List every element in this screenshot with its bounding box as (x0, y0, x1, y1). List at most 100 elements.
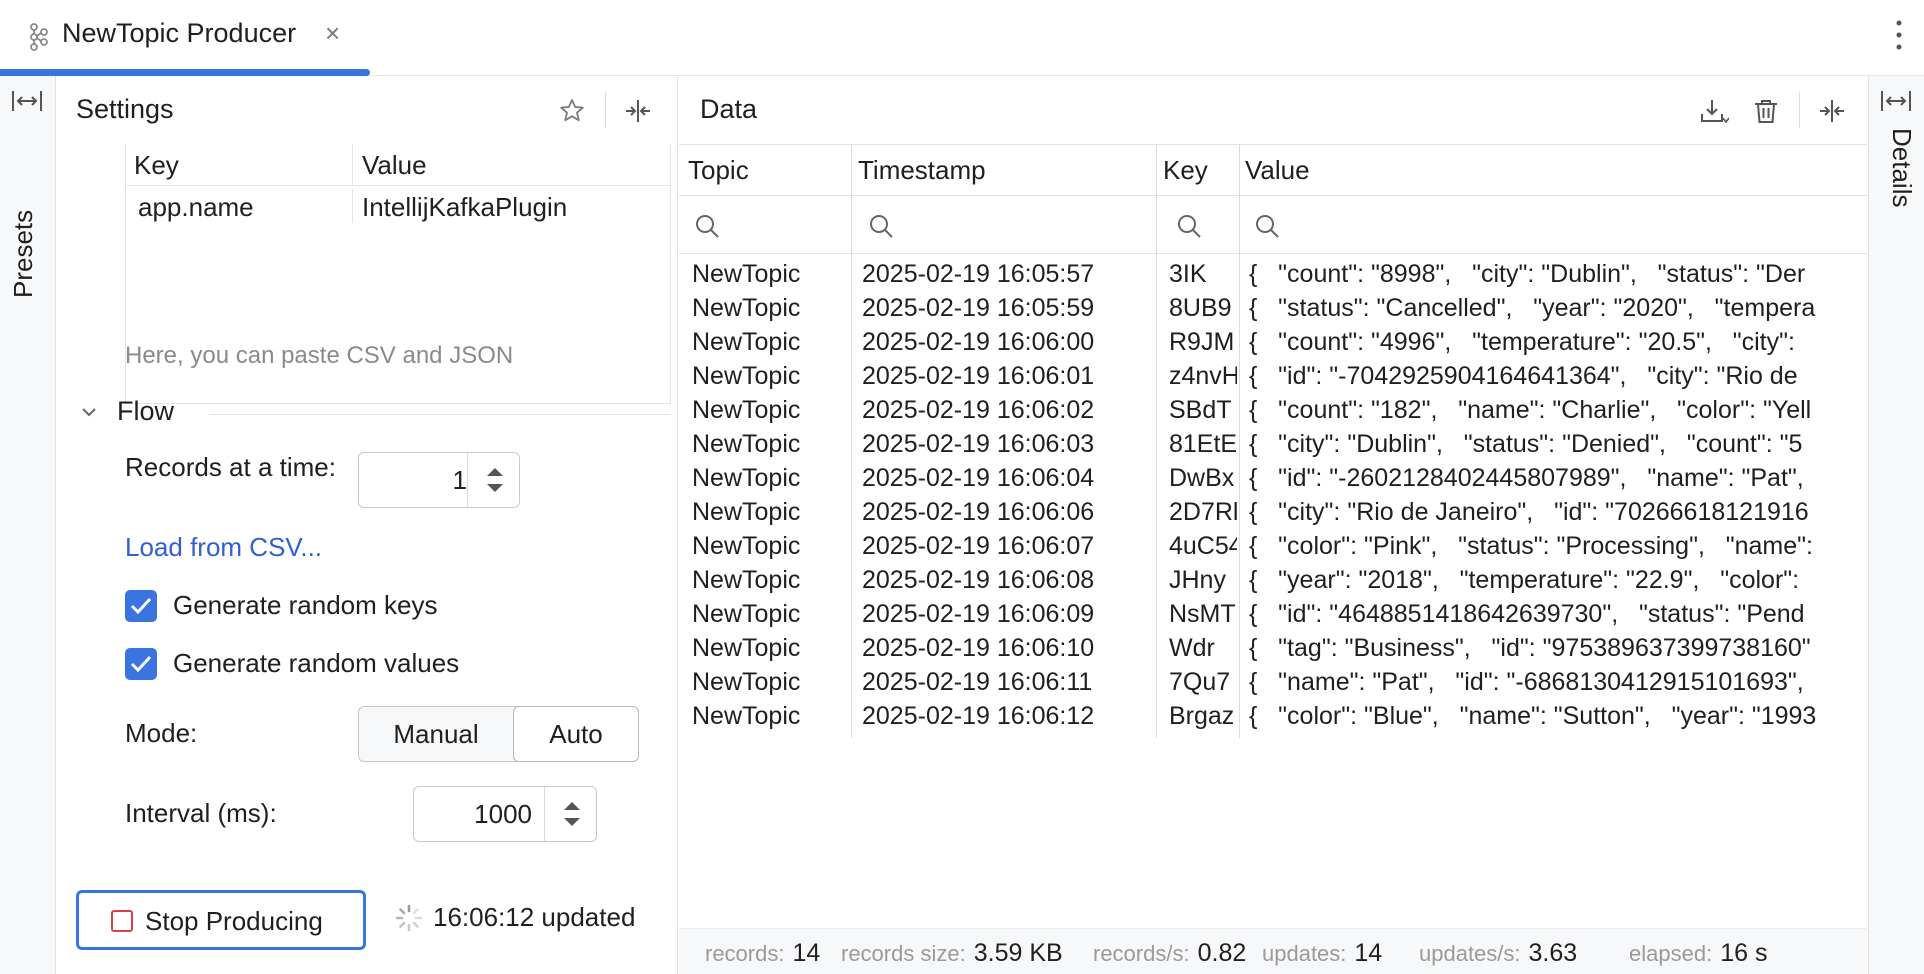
key-cell[interactable]: 4uC54 (1169, 532, 1237, 561)
key-cell[interactable]: DwBx (1169, 464, 1237, 493)
topic-column-header[interactable]: Topic (688, 155, 749, 186)
presets-tab[interactable]: Presets (8, 128, 48, 298)
mode-segmented-control[interactable]: Manual Auto (358, 706, 638, 762)
stop-producing-button[interactable]: Stop Producing (76, 890, 366, 950)
split-icon[interactable] (623, 96, 653, 126)
value-cell[interactable]: { "count": "4996", "temperature": "20.5"… (1249, 328, 1867, 357)
chevron-down-icon[interactable] (79, 402, 99, 422)
topic-cell[interactable]: NewTopic (692, 702, 852, 731)
table-row[interactable]: NewTopic2025-02-19 16:06:074uC54{ "color… (679, 530, 1867, 564)
key-cell[interactable]: 3IK (1169, 260, 1237, 289)
topic-cell[interactable]: NewTopic (692, 566, 852, 595)
close-icon[interactable]: × (325, 18, 340, 49)
key-column-header[interactable]: Key (1163, 155, 1208, 186)
table-row[interactable]: NewTopic2025-02-19 16:06:08JHny{ "year":… (679, 564, 1867, 598)
table-row[interactable]: NewTopic2025-02-19 16:06:0381EtE{ "city"… (679, 428, 1867, 462)
topic-cell[interactable]: NewTopic (692, 430, 852, 459)
value-cell[interactable]: { "color": "Blue", "name": "Sutton", "ye… (1249, 702, 1867, 731)
spinner-arrows-icon[interactable] (483, 463, 507, 497)
table-row[interactable]: NewTopic2025-02-19 16:06:02SBdT{ "count"… (679, 394, 1867, 428)
split-icon[interactable] (1817, 96, 1847, 126)
topic-cell[interactable]: NewTopic (692, 464, 852, 493)
topic-cell[interactable]: NewTopic (692, 600, 852, 629)
timestamp-cell[interactable]: 2025-02-19 16:06:11 (862, 668, 1162, 697)
table-row[interactable]: NewTopic2025-02-19 16:06:09NsMT{ "id": "… (679, 598, 1867, 632)
table-row[interactable]: NewTopic 2025-02-19 16:06:12Brgaz { "color… (679, 700, 1867, 734)
presets-icon[interactable] (10, 88, 44, 114)
value-cell[interactable]: { "id": "-2602128402445807989", "name": … (1249, 464, 1867, 493)
table-row[interactable]: NewTopic2025-02-19 16:06:04DwBx{ "id": "… (679, 462, 1867, 496)
mode-manual-button[interactable]: Manual (359, 707, 513, 761)
search-icon[interactable] (1175, 212, 1203, 240)
value-cell[interactable]: { "id": "-7042925904164641364", "city": … (1249, 362, 1867, 391)
records-stepper[interactable]: 1 (358, 452, 520, 508)
table-row[interactable]: NewTopic 2025-02-19 16:06:00R9JM { "count"… (679, 326, 1867, 360)
value-cell[interactable]: { "name": "Pat", "id": "-686813041291510… (1249, 668, 1867, 697)
timestamp-cell[interactable]: 2025-02-19 16:06:00 (862, 328, 1162, 357)
flow-section-header[interactable]: Flow (79, 394, 671, 434)
key-cell[interactable]: 7Qu7 (1169, 668, 1237, 697)
timestamp-cell[interactable]: 2025-02-19 16:05:59 (862, 294, 1162, 323)
table-row[interactable]: NewTopic 2025-02-19 16:05:573IK { "count":… (679, 258, 1867, 292)
mode-auto-button[interactable]: Auto (513, 706, 639, 762)
search-icon[interactable] (693, 212, 721, 240)
generate-keys-label[interactable]: Generate random keys (173, 590, 437, 621)
search-icon[interactable] (867, 212, 895, 240)
value-cell[interactable]: { "count": "8998", "city": "Dublin", "st… (1249, 260, 1867, 289)
property-value[interactable]: IntellijKafkaPlugin (362, 192, 567, 223)
key-column-header[interactable]: Key (134, 150, 179, 181)
key-cell[interactable]: Wdr (1169, 634, 1237, 663)
load-from-csv-link[interactable]: Load from CSV... (125, 532, 322, 563)
generate-values-checkbox[interactable] (125, 648, 157, 680)
timestamp-column-header[interactable]: Timestamp (858, 155, 986, 186)
table-row[interactable]: NewTopic2025-02-19 16:05:598UB9{ "status… (679, 292, 1867, 326)
topic-cell[interactable]: NewTopic (692, 328, 852, 357)
value-cell[interactable]: { "color": "Pink", "status": "Processing… (1249, 532, 1867, 561)
timestamp-cell[interactable]: 2025-02-19 16:06:10 (862, 634, 1162, 663)
key-cell[interactable]: 2D7Rl (1169, 498, 1237, 527)
generate-keys-checkbox[interactable] (125, 590, 157, 622)
generate-values-label[interactable]: Generate random values (173, 648, 459, 679)
table-row[interactable]: NewTopic 2025-02-19 16:06:10Wdr { "tag": "… (679, 632, 1867, 666)
table-row[interactable]: NewTopic 2025-02-19 16:06:062D7Rl { "city"… (679, 496, 1867, 530)
timestamp-cell[interactable]: 2025-02-19 16:06:12 (862, 702, 1162, 731)
timestamp-cell[interactable]: 2025-02-19 16:06:03 (862, 430, 1162, 459)
key-cell[interactable]: z4nvH (1169, 362, 1237, 391)
value-column-header[interactable]: Value (1245, 155, 1310, 186)
records-grid[interactable]: Topic Timestamp Key Value NewTopic2025-0… (679, 144, 1867, 808)
key-cell[interactable]: Brgaz (1169, 702, 1237, 731)
key-cell[interactable]: R9JM (1169, 328, 1237, 357)
topic-cell[interactable]: NewTopic (692, 260, 852, 289)
interval-value[interactable]: 1000 (424, 799, 532, 830)
timestamp-cell[interactable]: 2025-02-19 16:06:07 (862, 532, 1162, 561)
spinner-arrows-icon[interactable] (560, 797, 584, 831)
table-row[interactable]: app.name IntellijKafkaPlugin (126, 186, 670, 226)
details-tab[interactable]: Details (1877, 128, 1917, 298)
search-icon[interactable] (1253, 212, 1281, 240)
key-cell[interactable]: NsMT (1169, 600, 1237, 629)
timestamp-cell[interactable]: 2025-02-19 16:06:09 (862, 600, 1162, 629)
value-cell[interactable]: { "year": "2018", "temperature": "22.9",… (1249, 566, 1867, 595)
records-value[interactable]: 1 (369, 465, 467, 496)
value-cell[interactable]: { "status": "Cancelled", "year": "2020",… (1249, 294, 1867, 323)
timestamp-cell[interactable]: 2025-02-19 16:06:01 (862, 362, 1162, 391)
value-cell[interactable]: { "city": "Dublin", "status": "Denied", … (1249, 430, 1867, 459)
tab-newtopic-producer[interactable]: NewTopic Producer × (0, 0, 370, 76)
topic-cell[interactable]: NewTopic (692, 668, 852, 697)
trash-icon[interactable] (1751, 96, 1781, 126)
timestamp-cell[interactable]: 2025-02-19 16:05:57 (862, 260, 1162, 289)
star-icon[interactable] (557, 96, 587, 126)
table-row[interactable]: NewTopic2025-02-19 16:06:01z4nvH{ "id": … (679, 360, 1867, 394)
topic-cell[interactable]: NewTopic (692, 634, 852, 663)
value-column-header[interactable]: Value (362, 150, 427, 181)
timestamp-cell[interactable]: 2025-02-19 16:06:06 (862, 498, 1162, 527)
key-cell[interactable]: 8UB9 (1169, 294, 1237, 323)
value-cell[interactable]: { "count": "182", "name": "Charlie", "co… (1249, 396, 1867, 425)
property-key[interactable]: app.name (138, 192, 254, 223)
value-cell[interactable]: { "city": "Rio de Janeiro", "id": "70266… (1249, 498, 1867, 527)
value-cell[interactable]: { "tag": "Business", "id": "975389637399… (1249, 634, 1867, 663)
timestamp-cell[interactable]: 2025-02-19 16:06:08 (862, 566, 1162, 595)
topic-cell[interactable]: NewTopic (692, 498, 852, 527)
key-cell[interactable]: SBdT (1169, 396, 1237, 425)
download-icon[interactable] (1699, 96, 1729, 126)
